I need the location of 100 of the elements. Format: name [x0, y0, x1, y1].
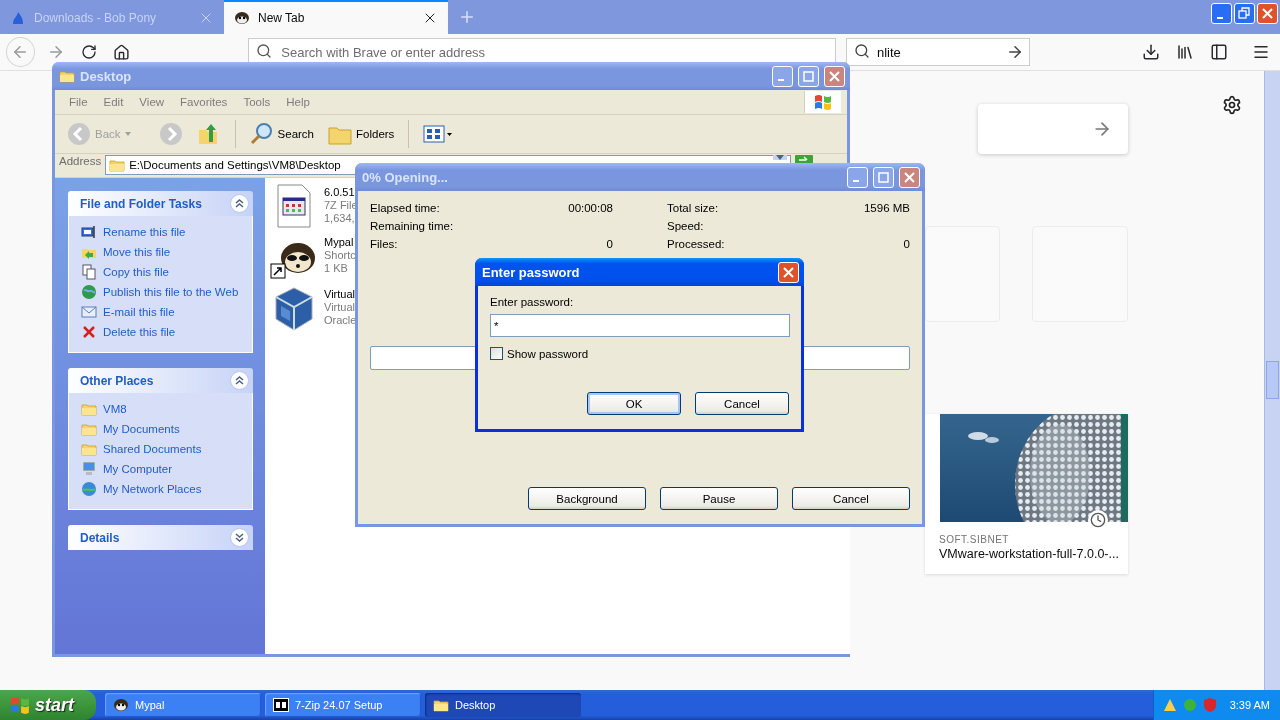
restore-icon	[1238, 7, 1251, 20]
dialog-button[interactable]: Cancel	[792, 487, 910, 510]
dialog-button[interactable]: Background	[528, 487, 646, 510]
dialog-button[interactable]: OK	[587, 392, 681, 415]
taskbar-button[interactable]: Desktop	[425, 693, 581, 717]
menu-item[interactable]: Edit	[95, 96, 132, 108]
shield-icon[interactable]	[1202, 697, 1218, 713]
window-title: 0% Opening...	[362, 169, 449, 185]
collapse-icon[interactable]	[230, 371, 249, 390]
scrollbar-thumb[interactable]	[1266, 361, 1279, 399]
stat-label: Processed:	[667, 238, 725, 252]
rename-icon	[81, 224, 97, 240]
menu-item[interactable]: View	[131, 96, 173, 108]
task-link[interactable]: Publish this file to the Web	[81, 284, 240, 300]
search-field[interactable]: nlite	[846, 38, 1030, 66]
go-arrow-icon[interactable]	[1006, 43, 1024, 61]
stat-value: 0	[606, 238, 613, 252]
file-name[interactable]: Virtual	[324, 288, 357, 301]
dialog-button[interactable]: Cancel	[695, 392, 789, 415]
minimize-icon	[852, 180, 859, 182]
clock-icon	[1090, 512, 1106, 528]
sidebar-icon[interactable]	[1210, 43, 1228, 61]
story-source: SOFT.SIBNET	[939, 534, 1010, 545]
raccoon-icon	[234, 11, 250, 25]
address-label: Address	[59, 155, 102, 167]
maximize-icon	[877, 170, 890, 184]
task-link[interactable]: Delete this file	[81, 324, 240, 340]
search-button[interactable]: Search	[245, 120, 318, 148]
archive-icon	[273, 698, 289, 712]
window-title: Desktop	[80, 68, 133, 84]
task-link[interactable]: E-mail this file	[81, 304, 240, 320]
delete-icon	[81, 324, 97, 340]
stat-label: Elapsed time:	[370, 202, 440, 216]
tray-icon[interactable]	[1162, 697, 1178, 713]
minimize-button[interactable]	[1211, 3, 1232, 24]
stat-label: Files:	[370, 238, 398, 252]
file-detail: Shortc	[324, 249, 356, 262]
start-button[interactable]: start	[0, 690, 96, 720]
menu-item[interactable]: Tools	[235, 96, 279, 108]
shortcut-tile[interactable]	[925, 226, 1000, 322]
home-icon[interactable]	[113, 43, 131, 61]
restore-button[interactable]	[1234, 3, 1255, 24]
collapse-icon[interactable]	[230, 194, 249, 213]
library-icon[interactable]	[1176, 43, 1194, 61]
views-icon	[423, 124, 454, 144]
folder-icon	[81, 421, 97, 437]
close-button[interactable]	[778, 261, 799, 283]
close-button[interactable]	[824, 65, 845, 87]
task-link[interactable]: My Network Places	[81, 481, 240, 497]
file-name[interactable]: Mypal	[324, 236, 356, 249]
minimize-button[interactable]	[772, 65, 793, 87]
folder-icon	[109, 157, 126, 173]
taskbar-button[interactable]: 7-Zip 24.07 Setup	[265, 693, 421, 717]
raccoon-icon	[113, 698, 129, 712]
download-icon[interactable]	[1142, 43, 1160, 61]
expand-icon[interactable]	[230, 528, 249, 547]
folders-button[interactable]: Folders	[324, 121, 399, 147]
settings-icon[interactable]	[1222, 95, 1242, 115]
password-field[interactable]: *	[490, 314, 790, 337]
taskbar-button[interactable]: Mypal	[105, 693, 261, 717]
task-link[interactable]: Move this file	[81, 244, 240, 260]
cube-icon	[273, 286, 315, 332]
panel-header[interactable]: Other Places	[68, 368, 253, 393]
dropdown-icon[interactable]	[773, 155, 788, 160]
task-link[interactable]: Shared Documents	[81, 441, 240, 457]
scrollbar[interactable]	[1264, 71, 1280, 690]
maximize-icon	[802, 69, 815, 83]
network-icon	[81, 481, 97, 497]
folder-icon	[81, 401, 97, 417]
close-button[interactable]	[1257, 3, 1278, 24]
archive-file-icon	[274, 184, 314, 228]
menu-item[interactable]: File	[61, 96, 96, 108]
maximize-button[interactable]	[798, 65, 819, 87]
folder-icon	[59, 68, 75, 84]
panel-header[interactable]: File and Folder Tasks	[68, 191, 253, 216]
story-card[interactable]: SOFT.SIBNET VMware-workstation-full-7.0.0-...	[925, 414, 1128, 574]
clock[interactable]: 3:39 AM	[1229, 699, 1270, 711]
browser-tab[interactable]: New Tab	[224, 0, 448, 34]
menu-icon[interactable]	[1252, 43, 1270, 61]
task-link[interactable]: My Computer	[81, 461, 240, 477]
task-link[interactable]: Rename this file	[81, 224, 240, 240]
stat-label: Speed:	[667, 220, 704, 234]
search-icon	[249, 122, 274, 146]
file-name[interactable]: 6.0.51	[324, 186, 358, 199]
menu-item[interactable]: Favorites	[172, 96, 236, 108]
minimize-button[interactable]	[847, 166, 868, 188]
show-password-checkbox[interactable]	[490, 347, 503, 360]
task-link[interactable]: VM8	[81, 401, 240, 417]
task-link[interactable]: My Documents	[81, 421, 240, 437]
close-button[interactable]	[899, 166, 920, 188]
panel-header[interactable]: Details	[68, 525, 253, 550]
stat-label: Total size:	[667, 202, 719, 216]
menu-item[interactable]: Help	[278, 96, 318, 108]
task-link[interactable]: Copy this file	[81, 264, 240, 280]
dialog-button[interactable]: Pause	[660, 487, 778, 510]
maximize-button[interactable]	[873, 166, 894, 188]
new-tab-icon[interactable]	[458, 8, 476, 26]
windows-logo-icon	[10, 696, 30, 714]
close-icon	[903, 170, 916, 184]
reload-icon[interactable]	[80, 44, 97, 60]
